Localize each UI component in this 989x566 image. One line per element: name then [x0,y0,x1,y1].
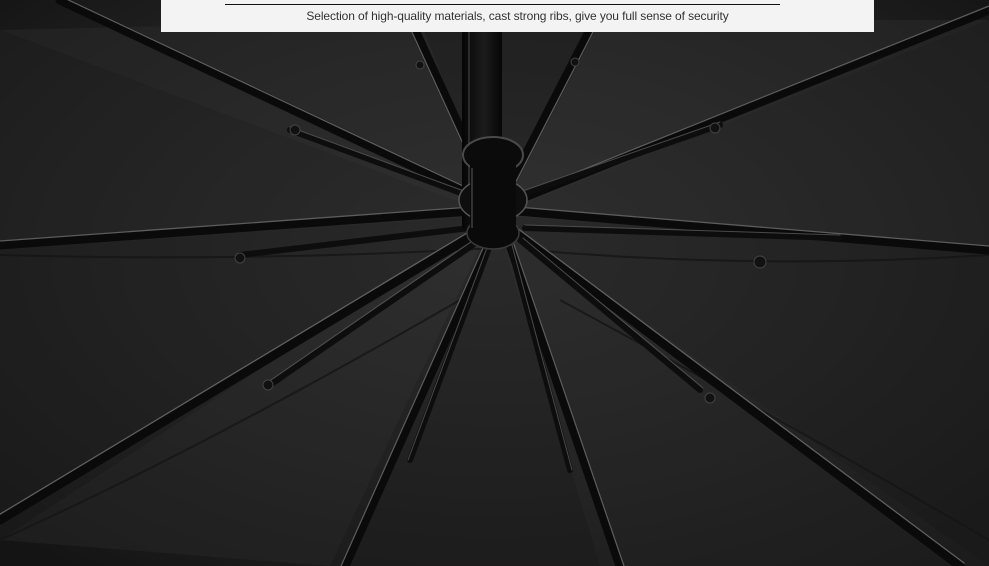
product-image: Selection of high-quality materials, cas… [0,0,989,566]
caption-banner: Selection of high-quality materials, cas… [161,0,874,32]
caption-text: Selection of high-quality materials, cas… [306,9,729,23]
caption-divider [225,4,780,5]
umbrella-photo [0,0,989,566]
umbrella-hub [458,136,528,250]
